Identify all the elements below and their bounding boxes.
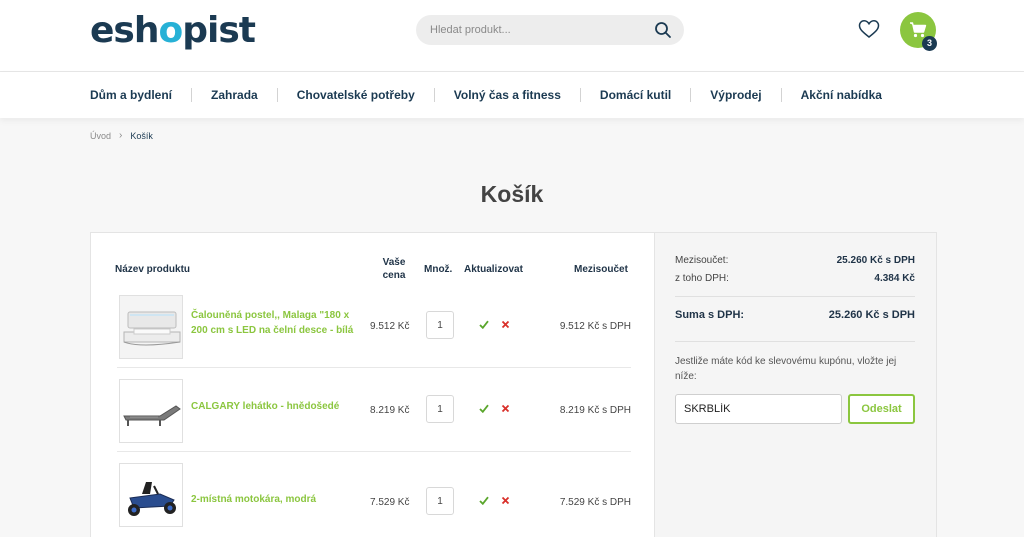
summary-vat: z toho DPH: 4.384 Kč	[675, 273, 915, 284]
coupon-submit-button[interactable]: Odeslat	[848, 394, 915, 424]
row-subtotal: 9.512 Kč s DPH	[559, 321, 631, 332]
row-divider	[117, 367, 631, 368]
header-qty: Množ.	[424, 264, 453, 275]
check-icon[interactable]	[479, 496, 489, 505]
summary-vat-label: z toho DPH:	[675, 273, 729, 284]
coupon-input[interactable]	[675, 394, 842, 424]
nav-item-domaci-kutil[interactable]: Domácí kutil	[600, 88, 671, 102]
table-row: 2-místná motokára, modrá 7.529 Kč 7.529 …	[117, 459, 631, 537]
product-image-lounger[interactable]	[119, 379, 183, 443]
summary-divider	[675, 341, 915, 342]
summary-subtotal: Mezisoučet: 25.260 Kč s DPH	[675, 255, 915, 266]
logo[interactable]: eshopist	[90, 10, 256, 52]
nav-item-akcni-nabidka[interactable]: Akční nabídka	[801, 88, 882, 102]
product-price: 9.512 Kč	[370, 321, 410, 332]
nav-item-dum-a-bydleni[interactable]: Dům a bydlení	[90, 88, 172, 102]
product-price: 8.219 Kč	[370, 405, 410, 416]
nav-divider	[191, 88, 193, 102]
chevron-right-icon: ›	[119, 130, 123, 141]
header-product: Název produktu	[115, 264, 191, 275]
order-summary: Mezisoučet: 25.260 Kč s DPH z toho DPH: …	[655, 232, 937, 537]
nav-divider	[276, 88, 278, 102]
site-header: eshopist 3	[0, 0, 1024, 72]
product-name-link[interactable]: CALGARY lehátko - hnědošedé	[191, 399, 361, 414]
nav-item-zahrada[interactable]: Zahrada	[211, 88, 258, 102]
row-subtotal: 8.219 Kč s DPH	[559, 405, 631, 416]
search-bar	[416, 15, 684, 45]
table-row: CALGARY lehátko - hnědošedé 8.219 Kč 8.2…	[117, 375, 631, 459]
header-update: Aktualizovat	[464, 264, 523, 275]
search-input[interactable]	[430, 15, 650, 45]
product-price: 7.529 Kč	[370, 497, 410, 508]
quantity-input[interactable]	[426, 395, 454, 423]
main-navigation: Dům a bydlení Zahrada Chovatelské potřeb…	[0, 72, 1024, 118]
summary-subtotal-value: 25.260 Kč s DPH	[836, 255, 915, 266]
nav-divider	[690, 88, 692, 102]
nav-item-vyprodej[interactable]: Výprodej	[710, 88, 761, 102]
cart-table: Název produktu Vaše cena Množ. Aktualizo…	[90, 232, 655, 537]
product-image-bed[interactable]	[119, 295, 183, 359]
summary-divider	[675, 296, 915, 297]
heart-icon[interactable]	[858, 19, 880, 39]
nav-divider	[780, 88, 782, 102]
coupon-instructions: Jestliže máte kód ke slevovému kupónu, v…	[675, 356, 897, 382]
table-row: Čalouněná postel,, Malaga "180 x 200 cm …	[117, 291, 631, 375]
cart-count-badge: 3	[922, 36, 937, 51]
summary-total-value: 25.260 Kč s DPH	[828, 309, 915, 321]
summary-total: Suma s DPH: 25.260 Kč s DPH	[675, 309, 915, 321]
quantity-input[interactable]	[426, 487, 454, 515]
nav-item-volny-cas[interactable]: Volný čas a fitness	[454, 88, 561, 102]
logo-text-accent: o	[158, 10, 183, 51]
row-divider	[117, 451, 631, 452]
page-title: Košík	[480, 181, 544, 207]
quantity-input[interactable]	[426, 311, 454, 339]
summary-total-label: Suma s DPH:	[675, 309, 745, 321]
check-icon[interactable]	[479, 320, 489, 329]
summary-vat-value: 4.384 Kč	[874, 273, 915, 284]
check-icon[interactable]	[479, 404, 489, 413]
search-icon[interactable]	[654, 21, 672, 39]
breadcrumb-current: Košík	[130, 130, 153, 141]
header-subtotal: Mezisoučet	[574, 264, 628, 275]
breadcrumb: Úvod › Košík	[90, 130, 153, 141]
logo-text: esh	[90, 10, 159, 51]
row-subtotal: 7.529 Kč s DPH	[559, 497, 631, 508]
summary-subtotal-label: Mezisoučet:	[675, 255, 729, 266]
product-image-gokart[interactable]	[119, 463, 183, 527]
nav-divider	[579, 88, 581, 102]
nav-divider	[433, 88, 435, 102]
header-price: Vaše cena	[382, 257, 406, 281]
breadcrumb-home[interactable]: Úvod	[90, 131, 111, 141]
product-name-link[interactable]: 2-místná motokára, modrá	[191, 492, 361, 507]
logo-text-end: pist	[182, 10, 256, 51]
remove-icon[interactable]	[501, 320, 510, 329]
remove-icon[interactable]	[501, 404, 510, 413]
nav-item-chovatelske-potreby[interactable]: Chovatelské potřeby	[297, 88, 415, 102]
product-name-link[interactable]: Čalouněná postel,, Malaga "180 x 200 cm …	[191, 308, 361, 338]
remove-icon[interactable]	[501, 496, 510, 505]
